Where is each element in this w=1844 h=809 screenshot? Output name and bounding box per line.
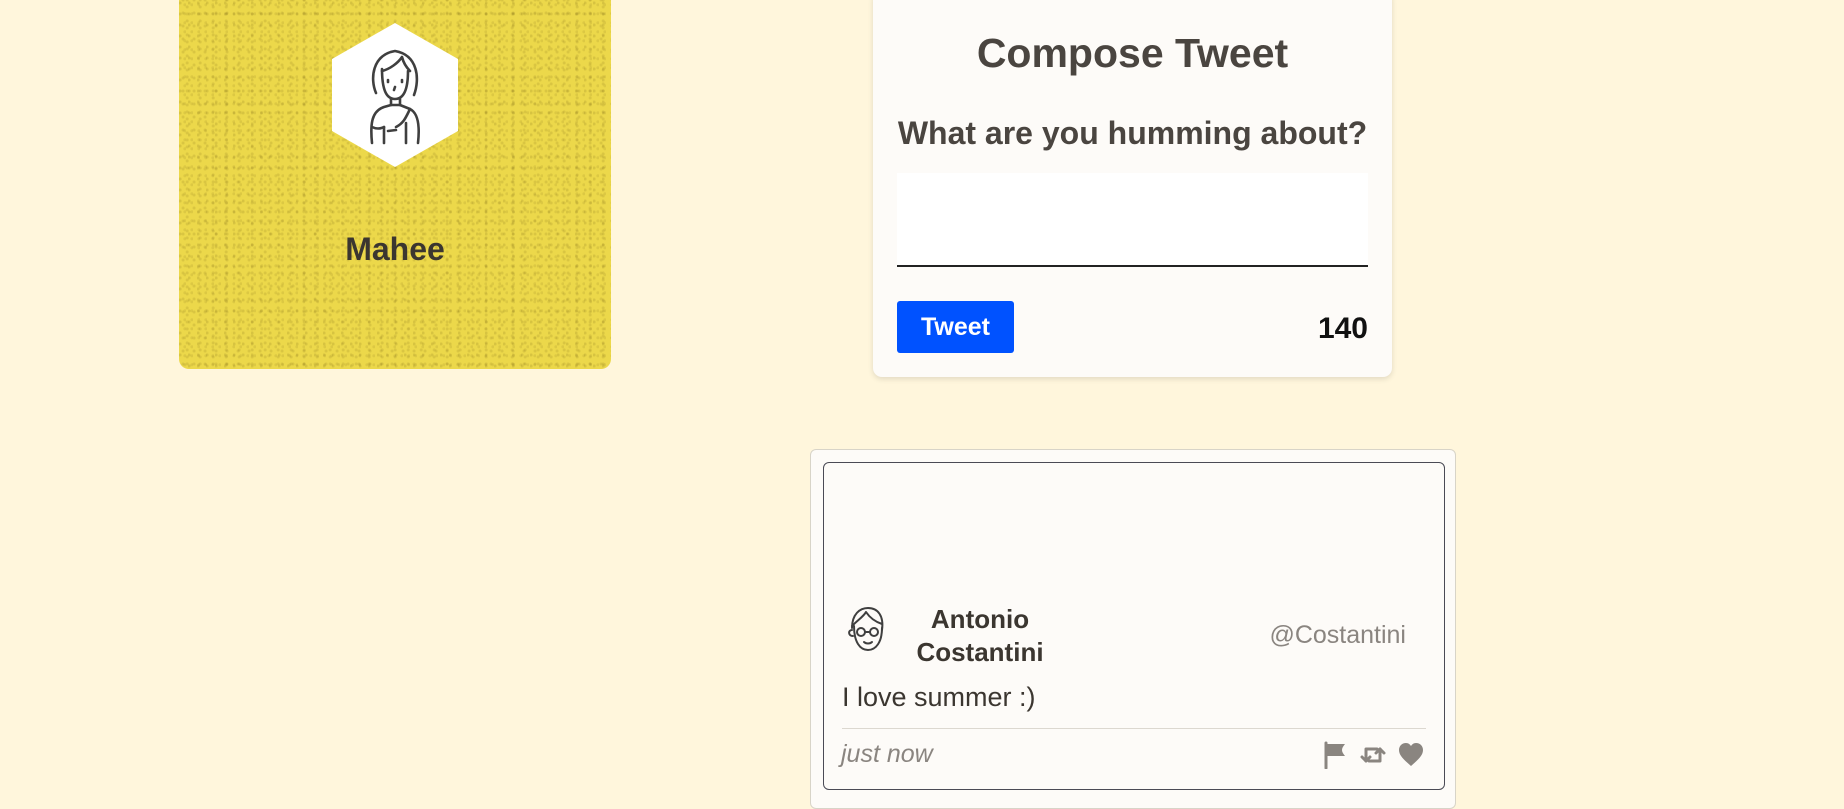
tweet-author-name: Antonio Costantini xyxy=(916,604,1044,667)
retweet-button[interactable] xyxy=(1358,740,1388,770)
retweet-icon xyxy=(1360,747,1386,763)
heart-icon xyxy=(1399,743,1423,766)
compose-tweet-card: Compose Tweet What are you humming about… xyxy=(873,0,1392,377)
tweet-button[interactable]: Tweet xyxy=(897,301,1014,353)
man-with-glasses-avatar-icon xyxy=(848,607,884,651)
woman-avatar-icon xyxy=(370,49,421,145)
tweet-actions xyxy=(1320,740,1426,770)
tweet-timestamp: just now xyxy=(841,740,933,768)
tweet-text: I love summer :) xyxy=(842,682,1036,712)
compose-prompt: What are you humming about? xyxy=(897,115,1368,151)
compose-title: Compose Tweet xyxy=(976,30,1289,76)
profile-avatar xyxy=(332,23,458,167)
profile-name: Mahee xyxy=(345,231,445,267)
tweet-divider xyxy=(842,728,1426,729)
tweet-author-handle: @Costantini xyxy=(1269,621,1406,649)
tweet-card-container: Antonio Costantini @Costantini I love su… xyxy=(810,449,1456,809)
tweet-input[interactable] xyxy=(897,173,1368,267)
tweet-card: Antonio Costantini @Costantini I love su… xyxy=(823,462,1445,790)
flag-icon xyxy=(1324,741,1345,769)
flag-button[interactable] xyxy=(1320,740,1350,770)
profile-card: Mahee xyxy=(179,0,611,369)
like-button[interactable] xyxy=(1396,740,1426,770)
character-counter: 140 xyxy=(1317,312,1368,345)
